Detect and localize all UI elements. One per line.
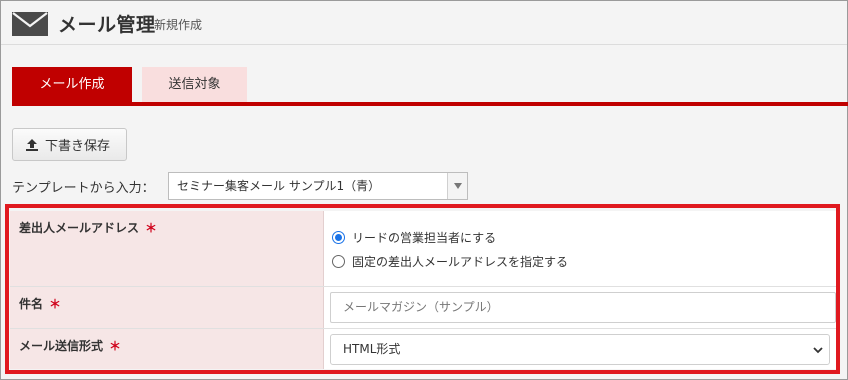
sender-option-fixed-address[interactable]: 固定の差出人メールアドレスを指定する bbox=[332, 253, 568, 270]
subject-value-cell: メールマガジン（サンプル） bbox=[324, 287, 836, 328]
upload-icon bbox=[26, 138, 38, 151]
sender-option-label: 固定の差出人メールアドレスを指定する bbox=[352, 255, 569, 269]
page-title: メール管理 bbox=[58, 14, 156, 36]
page-subtitle: 新規作成 bbox=[154, 18, 203, 32]
template-label: テンプレートから入力： bbox=[12, 181, 155, 196]
sender-label: 差出人メールアドレス bbox=[19, 221, 140, 235]
subject-row: 件名 ＊ メールマガジン（サンプル） bbox=[10, 287, 836, 329]
format-label-cell: メール送信形式 ＊ bbox=[10, 329, 324, 369]
tab-underline bbox=[12, 102, 848, 106]
required-mark: ＊ bbox=[109, 339, 122, 353]
subject-input[interactable]: メールマガジン（サンプル） bbox=[330, 292, 836, 323]
mail-format-selected: HTML形式 bbox=[343, 342, 401, 356]
save-draft-label: 下書き保存 bbox=[45, 139, 111, 154]
radio-unchecked-icon[interactable] bbox=[332, 255, 345, 268]
format-label: メール送信形式 bbox=[19, 339, 104, 353]
mail-format-select[interactable]: HTML形式 bbox=[330, 334, 830, 365]
mail-icon bbox=[12, 12, 48, 36]
dropdown-arrow-icon bbox=[447, 173, 467, 199]
chevron-down-icon bbox=[813, 347, 823, 354]
sender-option-label: リードの営業担当者にする bbox=[352, 231, 497, 245]
template-select[interactable]: セミナー集客メール サンプル1（青） bbox=[168, 172, 468, 200]
sender-row: 差出人メールアドレス ＊ リードの営業担当者にする 固定の差出人メールアドレスを指… bbox=[10, 211, 836, 287]
radio-checked-icon[interactable] bbox=[332, 231, 345, 244]
format-value-cell: HTML形式 bbox=[324, 329, 836, 369]
sender-option-lead-owner[interactable]: リードの営業担当者にする bbox=[332, 229, 496, 246]
mail-form-table: 差出人メールアドレス ＊ リードの営業担当者にする 固定の差出人メールアドレスを指… bbox=[10, 211, 836, 369]
required-mark: ＊ bbox=[49, 297, 62, 311]
tab-compose-mail[interactable]: メール作成 bbox=[12, 67, 132, 103]
page-header: メール管理 新規作成 bbox=[1, 1, 847, 45]
subject-label-cell: 件名 ＊ bbox=[10, 287, 324, 328]
tab-recipients[interactable]: 送信対象 bbox=[142, 67, 247, 103]
subject-label: 件名 bbox=[19, 297, 44, 311]
template-selected-value: セミナー集客メール サンプル1（青） bbox=[177, 179, 381, 193]
sender-label-cell: 差出人メールアドレス ＊ bbox=[10, 211, 324, 286]
sender-value-cell: リードの営業担当者にする 固定の差出人メールアドレスを指定する bbox=[324, 211, 836, 286]
format-row: メール送信形式 ＊ HTML形式 bbox=[10, 329, 836, 369]
required-mark: ＊ bbox=[145, 221, 158, 235]
save-draft-button[interactable]: 下書き保存 bbox=[12, 128, 127, 161]
